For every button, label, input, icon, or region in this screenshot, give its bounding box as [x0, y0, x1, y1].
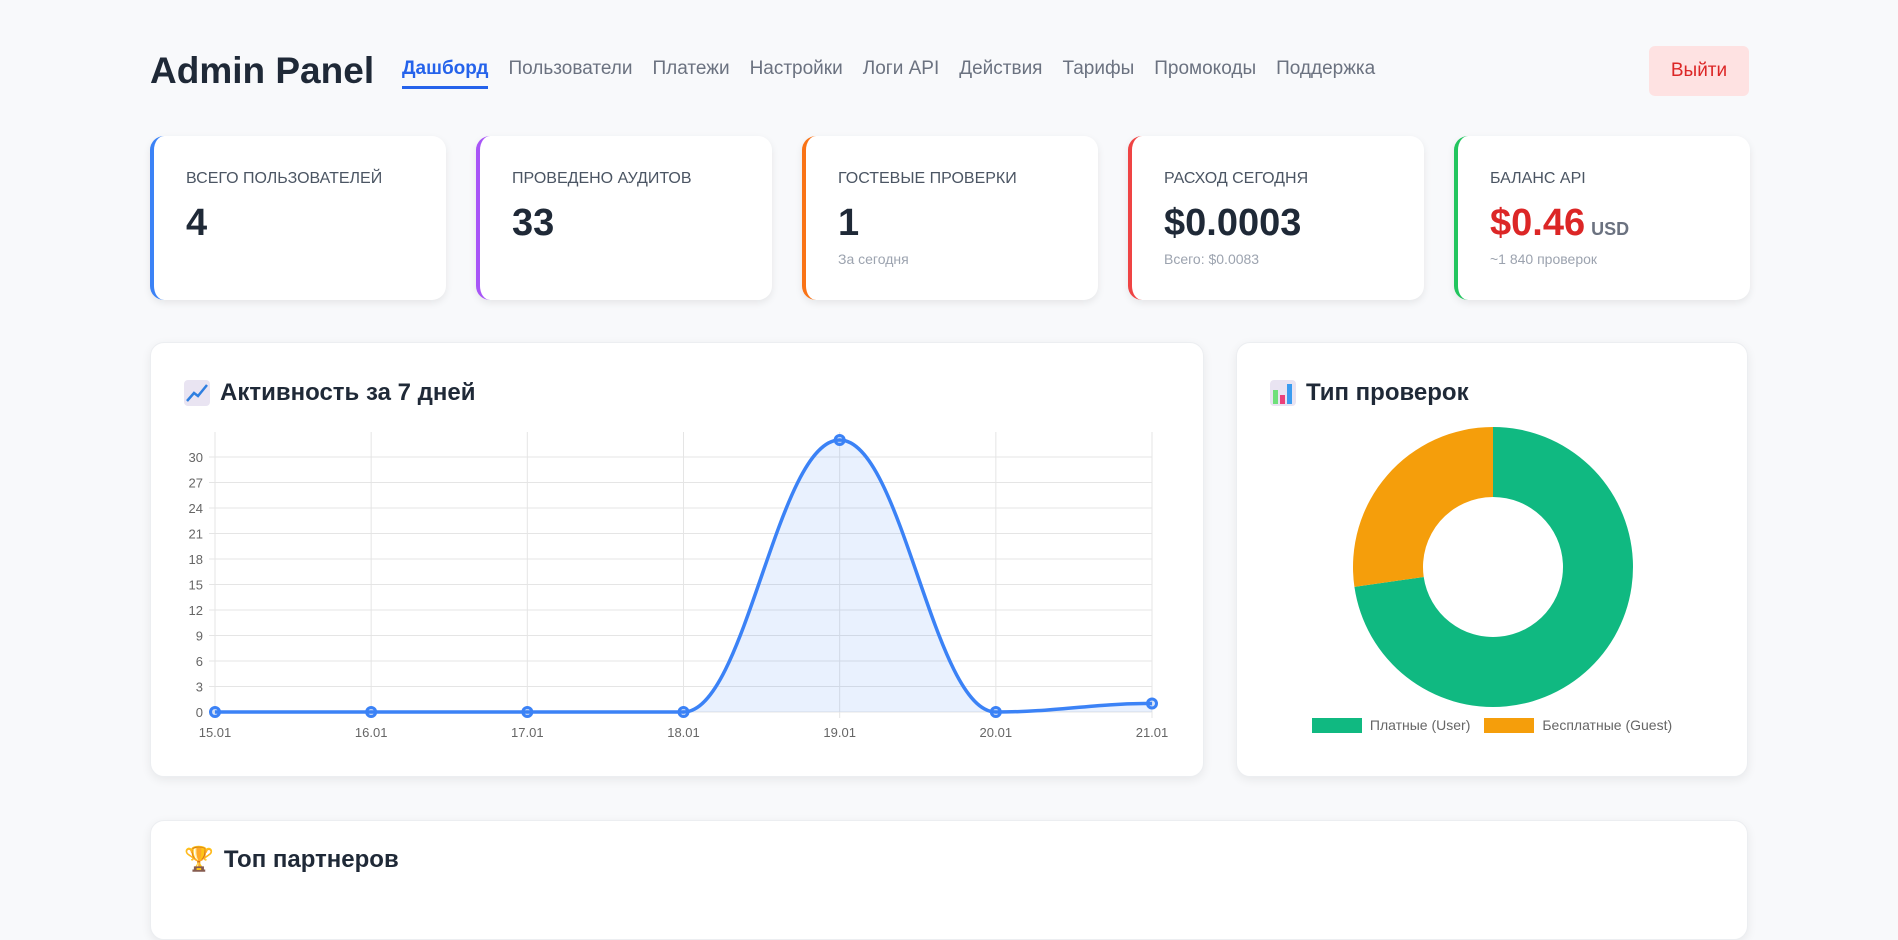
main-nav: Дашборд Пользователи Платежи Настройки Л…	[402, 58, 1375, 89]
x-tick-label: 20.01	[980, 725, 1013, 740]
stat-label: Всего пользователей	[186, 170, 383, 187]
data-point	[521, 706, 534, 718]
data-point	[989, 706, 1002, 718]
types-card: Тип проверок Платные (User) Бесплатные (…	[1236, 342, 1748, 777]
donut-legend: Платные (User) Бесплатные (Guest)	[1237, 717, 1747, 733]
stat-sub: За сегодня	[838, 251, 909, 267]
partners-title: 🏆 Топ партнеров	[184, 845, 399, 874]
x-tick-label: 19.01	[823, 725, 856, 740]
stat-value: $0.46 USD	[1490, 202, 1750, 245]
activity-line-chart: 0 3 6 9 12 15 18 21 24 27 30 15.01 16.01 17.01 18.01 19…	[189, 432, 1169, 740]
donut-slice	[1353, 427, 1493, 587]
nav-tariffs[interactable]: Тарифы	[1062, 58, 1134, 89]
y-tick-label: 3	[196, 680, 203, 695]
y-tick-label: 6	[196, 654, 203, 669]
legend-swatch	[1484, 717, 1535, 733]
partners-card: 🏆 Топ партнеров	[150, 820, 1748, 940]
trophy-icon: 🏆	[184, 846, 214, 873]
stats-row: Всего пользователей 4 Проведено аудитов …	[150, 136, 1750, 300]
y-tick-label: 18	[189, 552, 203, 567]
legend-item-paid[interactable]: Платные (User)	[1311, 717, 1471, 733]
x-tick-label: 21.01	[1136, 725, 1169, 740]
nav-dashboard[interactable]: Дашборд	[402, 58, 489, 89]
x-tick-label: 16.01	[355, 725, 388, 740]
stat-value: $0.0003	[1164, 202, 1302, 244]
stat-total-users: Всего пользователей 4	[150, 136, 446, 300]
stat-sub: Всего: $0.0083	[1164, 251, 1260, 267]
stat-label: Гостевые проверки	[838, 170, 1017, 187]
legend-item-guest[interactable]: Бесплатные (Guest)	[1484, 717, 1672, 733]
y-tick-label: 15	[189, 578, 203, 593]
legend-label: Платные (User)	[1369, 717, 1471, 733]
data-point	[365, 706, 378, 718]
balance-amount: $0.46	[1490, 202, 1586, 244]
y-tick-label: 30	[189, 450, 203, 465]
data-point	[833, 434, 846, 446]
data-point	[209, 706, 221, 718]
legend-swatch	[1311, 717, 1362, 733]
logout-button[interactable]: Выйти	[1649, 46, 1749, 96]
y-tick-label: 12	[189, 603, 203, 618]
stat-audits: Проведено аудитов 33	[476, 136, 772, 300]
y-tick-label: 27	[189, 476, 203, 491]
nav-actions[interactable]: Действия	[959, 58, 1042, 89]
header: Admin Panel Дашборд Пользователи Платежи…	[150, 46, 1749, 98]
nav-settings[interactable]: Настройки	[750, 58, 843, 89]
stat-api-balance: Баланс API $0.46 USD ~1 840 проверок	[1454, 136, 1750, 300]
nav-support[interactable]: Поддержка	[1276, 58, 1375, 89]
stat-value: 33	[512, 202, 555, 244]
stat-guest-checks: Гостевые проверки 1 За сегодня	[802, 136, 1098, 300]
stat-label: Баланс API	[1490, 170, 1586, 187]
stat-value: 4	[186, 202, 208, 244]
activity-card: Активность за 7 дней 0 3 6 9 12 15 18 21 24 27 30 1…	[150, 342, 1204, 777]
app-title: Admin Panel	[150, 50, 375, 91]
y-tick-label: 21	[189, 527, 203, 542]
partners-title-text: Топ партнеров	[223, 845, 399, 873]
nav-users[interactable]: Пользователи	[508, 58, 632, 89]
stat-value: 1	[838, 202, 860, 244]
x-tick-label: 17.01	[511, 725, 544, 740]
data-point	[677, 706, 690, 718]
stat-label: Проведено аудитов	[512, 170, 692, 187]
nav-payments[interactable]: Платежи	[653, 58, 730, 89]
y-tick-label: 9	[196, 629, 203, 644]
nav-api-logs[interactable]: Логи API	[863, 58, 939, 89]
data-point	[1146, 697, 1158, 710]
types-donut-chart	[1353, 427, 1633, 707]
y-tick-label: 24	[189, 501, 203, 516]
legend-label: Бесплатные (Guest)	[1542, 717, 1673, 733]
y-tick-label: 0	[196, 705, 203, 720]
balance-unit: USD	[1591, 219, 1630, 239]
nav-promocodes[interactable]: Промокоды	[1154, 58, 1256, 89]
stat-label: Расход сегодня	[1164, 170, 1309, 187]
stat-spend-today: Расход сегодня $0.0003 Всего: $0.0083	[1128, 136, 1424, 300]
x-tick-label: 18.01	[667, 725, 700, 740]
stat-sub: ~1 840 проверок	[1490, 251, 1598, 267]
x-tick-label: 15.01	[199, 725, 232, 740]
